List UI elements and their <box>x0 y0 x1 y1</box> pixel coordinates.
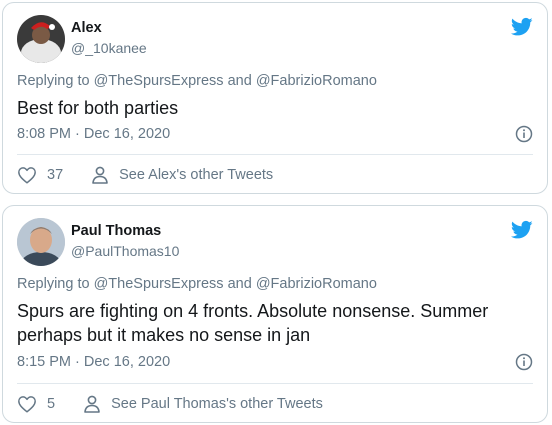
replying-to: Replying to @TheSpursExpress and @Fabriz… <box>17 73 377 89</box>
like-count: 37 <box>47 167 64 183</box>
tweet-card[interactable]: Paul Thomas @PaulThomas10 Replying to @T… <box>2 205 548 423</box>
twitter-bird-icon[interactable] <box>510 17 533 37</box>
replying-and: and <box>227 73 252 89</box>
like-button[interactable]: 37 <box>17 166 91 184</box>
like-count: 5 <box>47 396 56 412</box>
timestamp[interactable]: 8:15 PM · Dec 16, 2020 <box>17 354 170 370</box>
other-tweets-label: See Paul Thomas's other Tweets <box>111 396 323 412</box>
info-icon[interactable] <box>515 125 533 143</box>
avatar[interactable] <box>17 15 65 63</box>
heart-icon <box>17 395 37 413</box>
tweet-text: Spurs are fighting on 4 fronts. Absolute… <box>17 301 489 345</box>
replying-prefix: Replying to <box>17 276 90 292</box>
tweet-text: Best for both parties <box>17 98 179 118</box>
display-name[interactable]: Alex <box>71 20 102 36</box>
other-tweets-label: See Alex's other Tweets <box>119 167 274 183</box>
user-handle[interactable]: @PaulThomas10 <box>71 243 179 259</box>
tweet-actions: 37 See Alex's other Tweets <box>17 163 533 187</box>
tweet-card[interactable]: Alex @_10kanee Replying to @TheSpursExpr… <box>2 2 548 194</box>
other-tweets-link[interactable]: See Paul Thomas's other Tweets <box>83 395 323 413</box>
user-handle[interactable]: @_10kanee <box>71 40 147 56</box>
mention-link[interactable]: @TheSpursExpress <box>94 73 224 89</box>
divider <box>17 154 533 155</box>
info-icon[interactable] <box>515 353 533 371</box>
divider <box>17 383 533 384</box>
replying-prefix: Replying to <box>17 73 90 89</box>
timestamp[interactable]: 8:08 PM · Dec 16, 2020 <box>17 126 170 142</box>
other-tweets-link[interactable]: See Alex's other Tweets <box>91 166 273 184</box>
twitter-bird-icon[interactable] <box>510 220 533 240</box>
replying-to: Replying to @TheSpursExpress and @Fabriz… <box>17 276 377 292</box>
avatar[interactable] <box>17 218 65 266</box>
replying-and: and <box>227 276 252 292</box>
mention-link[interactable]: @FabrizioRomano <box>256 276 377 292</box>
mention-link[interactable]: @FabrizioRomano <box>256 73 377 89</box>
person-icon <box>83 395 101 413</box>
display-name[interactable]: Paul Thomas <box>71 223 161 239</box>
tweet-actions: 5 See Paul Thomas's other Tweets <box>17 392 533 416</box>
mention-link[interactable]: @TheSpursExpress <box>94 276 224 292</box>
person-icon <box>91 166 109 184</box>
heart-icon <box>17 166 37 184</box>
like-button[interactable]: 5 <box>17 395 83 413</box>
